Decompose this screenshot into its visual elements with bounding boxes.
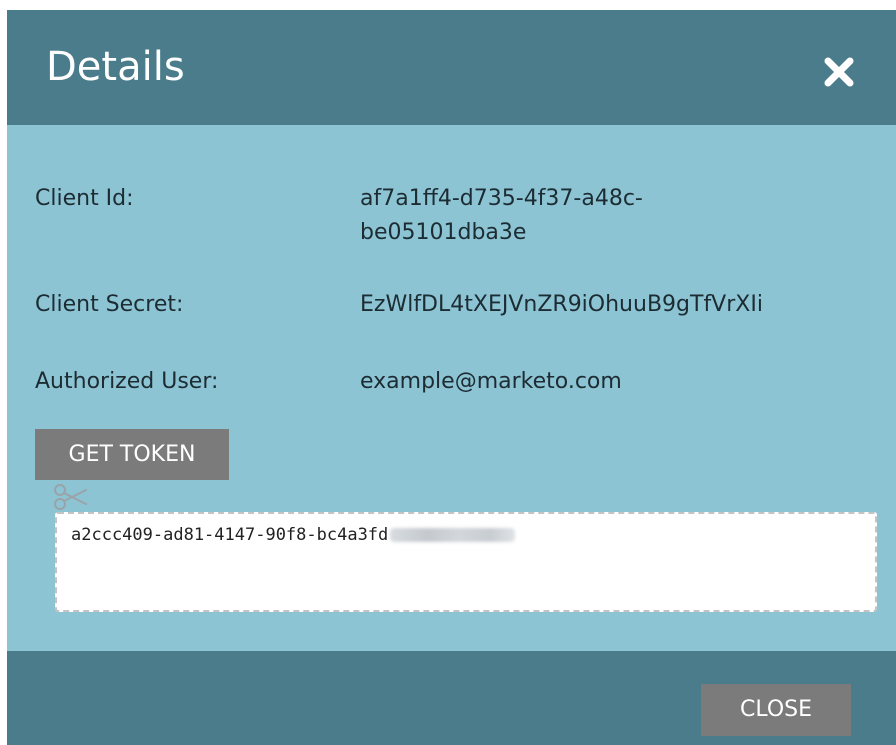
client-secret-value: EzWlfDL4tXEJVnZR9iOhuuB9gTfVrXIi (360, 292, 763, 317)
client-id-value: af7a1ff4-d735-4f37-a48c-be05101dba3e (360, 186, 643, 245)
authorized-user-value: example@marketo.com (360, 369, 622, 394)
dialog-title: Details (46, 44, 185, 90)
client-id-label: Client Id: (35, 186, 134, 211)
dialog-footer: CLOSE (7, 651, 896, 745)
close-x-icon[interactable] (817, 50, 861, 94)
close-button[interactable]: CLOSE (701, 684, 851, 736)
scissors-icon[interactable] (52, 481, 92, 513)
get-token-button[interactable]: GET TOKEN (35, 429, 229, 480)
authorized-user-label: Authorized User: (35, 369, 219, 394)
token-value-text: a2ccc409-ad81-4147-90f8-bc4a3fd (71, 525, 389, 545)
dialog-header: Details (7, 10, 896, 125)
token-redacted-blur (390, 528, 516, 542)
client-secret-label: Client Secret: (35, 292, 184, 317)
token-output-box[interactable]: a2ccc409-ad81-4147-90f8-bc4a3fd (55, 512, 877, 612)
token-value: a2ccc409-ad81-4147-90f8-bc4a3fd (71, 525, 516, 545)
details-dialog: Details Client Id: af7a1ff4-d735-4f37-a4… (7, 10, 896, 745)
